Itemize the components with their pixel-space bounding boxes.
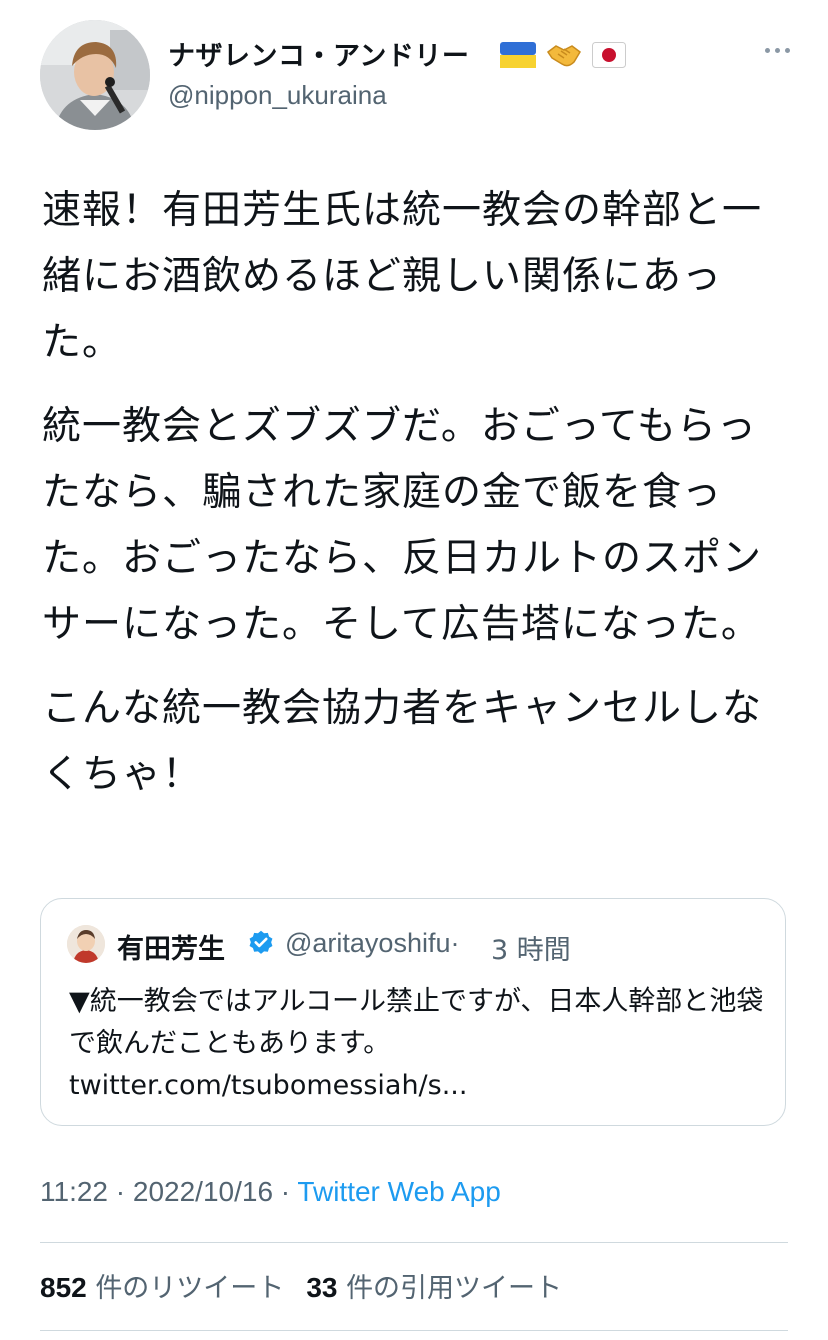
tweet-source-link[interactable]: Twitter Web App — [297, 1176, 500, 1207]
quoted-tweet-card[interactable]: 有田芳生 @aritayoshifu· 3 時間 ▼統一教会ではアルコール禁止で… — [40, 898, 786, 1126]
divider — [40, 1242, 788, 1243]
author-display-name[interactable]: ナザレンコ・アンドリー — [168, 34, 469, 73]
verified-badge-icon — [249, 930, 273, 954]
retweets-stat[interactable]: 852 件のリツイート — [40, 1272, 285, 1304]
avatar-photo — [40, 20, 150, 130]
tweet-meta: 11:22 · 2022/10/16 · Twitter Web App — [40, 1176, 501, 1208]
ukraine-flag-icon — [500, 42, 536, 68]
divider — [40, 1330, 788, 1331]
tweet-date[interactable]: 2022/10/16 — [133, 1176, 273, 1207]
quoted-avatar-illustration — [67, 925, 105, 963]
meta-separator: · — [273, 1176, 298, 1207]
tweet-paragraph: 速報！有田芳生氏は統一教会の幹部と一緒にお酒飲めるほど親しい関係にあった。 — [42, 188, 763, 365]
quoted-author-name: 有田芳生 — [117, 934, 225, 965]
tweet-text: 速報！有田芳生氏は統一教会の幹部と一緒にお酒飲めるほど親しい関係にあった。 統一… — [42, 178, 792, 826]
handshake-icon — [546, 45, 581, 67]
tweet-time[interactable]: 11:22 — [40, 1176, 108, 1207]
tweet-detail: ナザレンコ・アンドリー @nippon_ukuraina 速報！有田芳生氏は統一… — [0, 0, 828, 1340]
quoted-handle-text: @aritayoshifu — [285, 928, 451, 958]
tweet-stats: 852 件のリツイート 33 件の引用ツイート — [40, 1266, 562, 1305]
quoted-timestamp: 3 時間 — [491, 935, 571, 966]
tweet-paragraph: 統一教会とズブズブだ。おごってもらったなら、騙された家庭の金で飯を食った。おごっ… — [42, 404, 763, 647]
name-emojis — [500, 40, 626, 70]
retweets-count: 852 — [40, 1272, 87, 1303]
tweet-paragraph: こんな統一教会協力者をキャンセルしなくちゃ！ — [42, 686, 763, 797]
quotes-count: 33 — [306, 1272, 338, 1303]
author-handle[interactable]: @nippon_ukuraina — [168, 80, 387, 111]
author-avatar[interactable] — [40, 20, 150, 130]
retweets-label: 件のリツイート — [95, 1273, 285, 1304]
quoted-tweet-text: ▼統一教会ではアルコール禁止ですが、日本人幹部と池袋で飲んだこともあります。 t… — [69, 986, 764, 1101]
japan-flag-icon — [592, 42, 626, 68]
quoted-author-handle: @aritayoshifu· — [285, 928, 459, 959]
meta-separator: · — [108, 1176, 133, 1207]
quotes-stat[interactable]: 33 件の引用ツイート — [306, 1272, 563, 1304]
quoted-author-avatar — [67, 925, 105, 963]
quotes-label: 件の引用ツイート — [346, 1273, 563, 1304]
more-options-icon[interactable] — [765, 48, 790, 53]
quoted-separator: · — [450, 928, 460, 958]
